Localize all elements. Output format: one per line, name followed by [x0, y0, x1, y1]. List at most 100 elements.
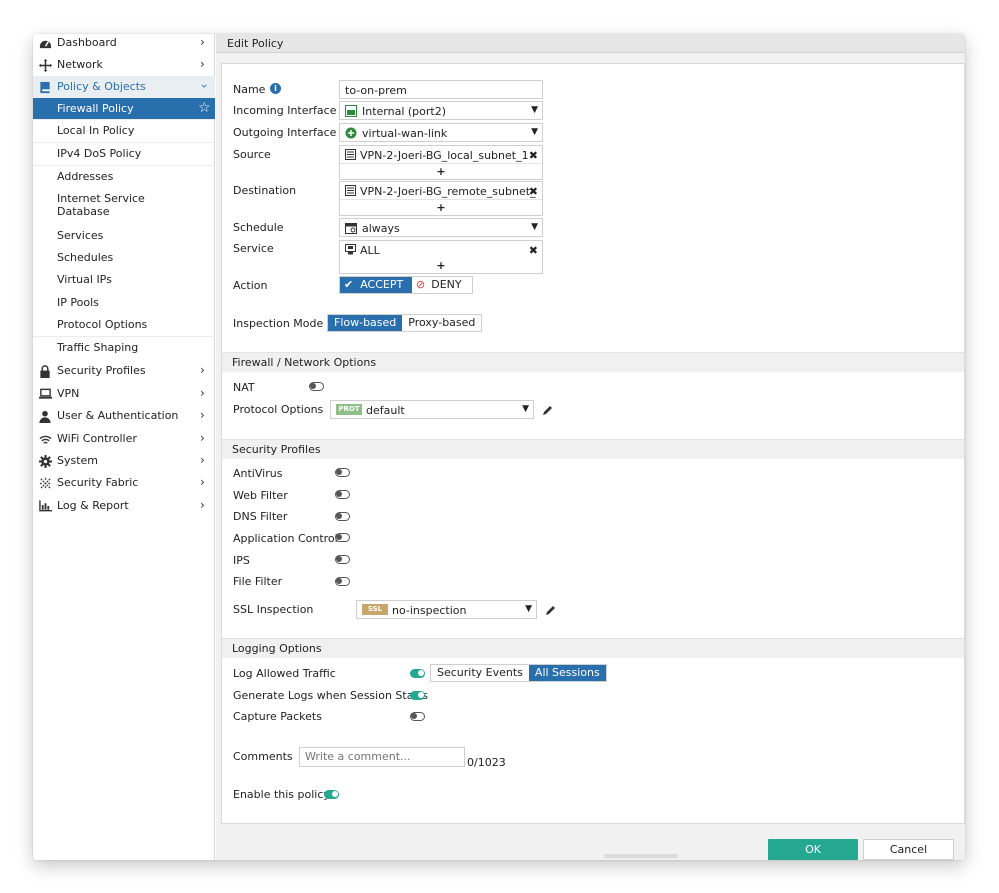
nav-policy-objects[interactable]: Policy & Objects › [33, 76, 215, 98]
sidebar-item-services[interactable]: Services [33, 225, 215, 247]
nat-toggle[interactable] [309, 382, 324, 391]
log-scope-toggle[interactable]: Security Events All Sessions [430, 664, 607, 682]
proxy-based-option[interactable]: Proxy-based [402, 315, 482, 331]
sidebar-item-local-in-policy[interactable]: Local In Policy [33, 120, 215, 143]
security-fabric-icon [38, 476, 52, 490]
sidebar-item-ip-pools[interactable]: IP Pools [33, 292, 215, 314]
nav-dashboard[interactable]: Dashboard › [33, 34, 215, 54]
sidebar-item-traffic-shaping[interactable]: Traffic Shaping [33, 337, 215, 360]
add-destination-button[interactable]: + [340, 201, 542, 214]
service-field[interactable]: ALL ✖ + [339, 240, 543, 274]
nav-user-authentication[interactable]: User & Authentication › [33, 405, 215, 427]
accept-button[interactable]: ✔ ACCEPT [340, 277, 412, 293]
schedule-label: Schedule [233, 221, 284, 234]
sidebar-item-label: Virtual IPs [57, 273, 112, 286]
log-allowed-traffic-label: Log Allowed Traffic [233, 667, 336, 680]
section-title: Firewall / Network Options [232, 356, 377, 369]
antivirus-label: AntiVirus [233, 467, 283, 480]
protocol-badge: PROT [336, 404, 362, 415]
sidebar-item-virtual-ips[interactable]: Virtual IPs [33, 269, 215, 292]
star-icon[interactable]: ☆ [198, 100, 211, 116]
chevron-right-icon: › [200, 363, 205, 377]
deny-icon: ⊘ [416, 278, 426, 291]
file-filter-toggle[interactable] [335, 577, 350, 586]
outgoing-interface-select[interactable]: virtual-wan-link ▼ [339, 123, 543, 142]
add-source-button[interactable]: + [340, 165, 542, 178]
sidebar-item-firewall-policy[interactable]: Firewall Policy ☆ [33, 98, 215, 120]
nav-system[interactable]: System › [33, 450, 215, 472]
antivirus-toggle[interactable] [335, 468, 350, 477]
chevron-right-icon: › [200, 475, 205, 489]
sidebar-item-ipv4-dos-policy[interactable]: IPv4 DoS Policy [33, 143, 215, 166]
edit-policy-form: Name i to-on-prem Incoming Interface Int… [221, 63, 965, 824]
comments-textarea[interactable] [299, 747, 465, 767]
chevron-right-icon: › [200, 35, 205, 49]
schedule-select[interactable]: always ▼ [339, 218, 543, 237]
security-events-option[interactable]: Security Events [431, 665, 529, 681]
chevron-right-icon: › [200, 57, 205, 71]
service-value: ALL [360, 244, 380, 257]
flow-based-option[interactable]: Flow-based [328, 315, 403, 331]
application-control-toggle[interactable] [335, 533, 350, 542]
sidebar-item-label: Traffic Shaping [57, 341, 139, 354]
source-field[interactable]: VPN-2-Joeri-BG_local_subnet_1 ✖ + [339, 145, 543, 180]
deny-button[interactable]: ⊘ DENY [412, 277, 472, 293]
user-icon [38, 409, 52, 423]
sidebar-item-protocol-options[interactable]: Protocol Options [33, 314, 215, 337]
cancel-button[interactable]: Cancel [863, 839, 954, 860]
scroll-handle[interactable] [604, 854, 678, 858]
section-title: Logging Options [232, 642, 322, 655]
capture-packets-toggle[interactable] [410, 712, 425, 721]
incoming-interface-select[interactable]: Internal (port2) ▼ [339, 101, 543, 120]
web-filter-toggle[interactable] [335, 490, 350, 499]
nav-network[interactable]: Network › [33, 54, 215, 76]
edit-pencil-icon[interactable] [542, 404, 554, 416]
name-label: Name [233, 83, 266, 96]
destination-field[interactable]: VPN-2-Joeri-BG_remote_subnet_ ✖ + [339, 181, 543, 216]
ok-button[interactable]: OK [768, 839, 858, 860]
capture-packets-label: Capture Packets [233, 710, 322, 723]
remove-icon[interactable]: ✖ [529, 185, 538, 198]
nav-wifi-controller-label: WiFi Controller [57, 432, 137, 445]
remove-icon[interactable]: ✖ [529, 149, 538, 162]
sidebar-item-label: IP Pools [57, 296, 99, 309]
ips-toggle[interactable] [335, 555, 350, 564]
name-input[interactable]: to-on-prem [339, 80, 543, 99]
inspection-mode-toggle[interactable]: Flow-based Proxy-based [327, 314, 483, 332]
protocol-options-select[interactable]: PROT default ▼ [330, 400, 534, 419]
nav-wifi-controller[interactable]: WiFi Controller › [33, 428, 215, 450]
sidebar-item-addresses[interactable]: Addresses [33, 166, 215, 188]
address-icon [345, 185, 356, 196]
page-header: Edit Policy [216, 34, 965, 53]
nav-log-report[interactable]: Log & Report › [33, 495, 215, 517]
check-icon: ✔ [344, 278, 354, 291]
policy-objects-icon [38, 80, 52, 94]
sidebar: Dashboard › Network › Policy & Objects ›… [33, 34, 215, 860]
chevron-right-icon: › [200, 431, 205, 445]
protocol-options-label: Protocol Options [233, 403, 324, 416]
destination-value: VPN-2-Joeri-BG_remote_subnet_ [360, 185, 536, 198]
all-sessions-option[interactable]: All Sessions [528, 665, 606, 681]
application-control-label: Application Control [233, 532, 338, 545]
action-toggle[interactable]: ✔ ACCEPT ⊘ DENY [339, 276, 473, 294]
edit-pencil-icon[interactable] [545, 604, 557, 616]
section-security-profiles: Security Profiles [222, 439, 964, 459]
nav-security-fabric[interactable]: Security Fabric › [33, 472, 215, 494]
action-label: Action [233, 279, 268, 292]
log-allowed-traffic-toggle[interactable] [410, 669, 425, 678]
generate-logs-toggle[interactable] [410, 691, 425, 700]
add-service-button[interactable]: + [340, 259, 542, 272]
remove-icon[interactable]: ✖ [529, 244, 538, 257]
info-icon[interactable]: i [270, 83, 281, 94]
divider [340, 163, 542, 164]
nav-vpn[interactable]: VPN › [33, 383, 215, 405]
enable-policy-toggle[interactable] [324, 790, 339, 799]
nav-log-report-label: Log & Report [57, 499, 129, 512]
ssl-inspection-select[interactable]: SSL no-inspection ▼ [356, 600, 537, 619]
nav-security-profiles[interactable]: Security Profiles › [33, 360, 215, 382]
incoming-interface-value: Internal (port2) [362, 105, 447, 118]
sidebar-item-schedules[interactable]: Schedules [33, 247, 215, 269]
incoming-interface-label: Incoming Interface [233, 104, 337, 117]
dns-filter-toggle[interactable] [335, 512, 350, 521]
sidebar-item-internet-service-database[interactable]: Internet Service Database [33, 188, 215, 225]
